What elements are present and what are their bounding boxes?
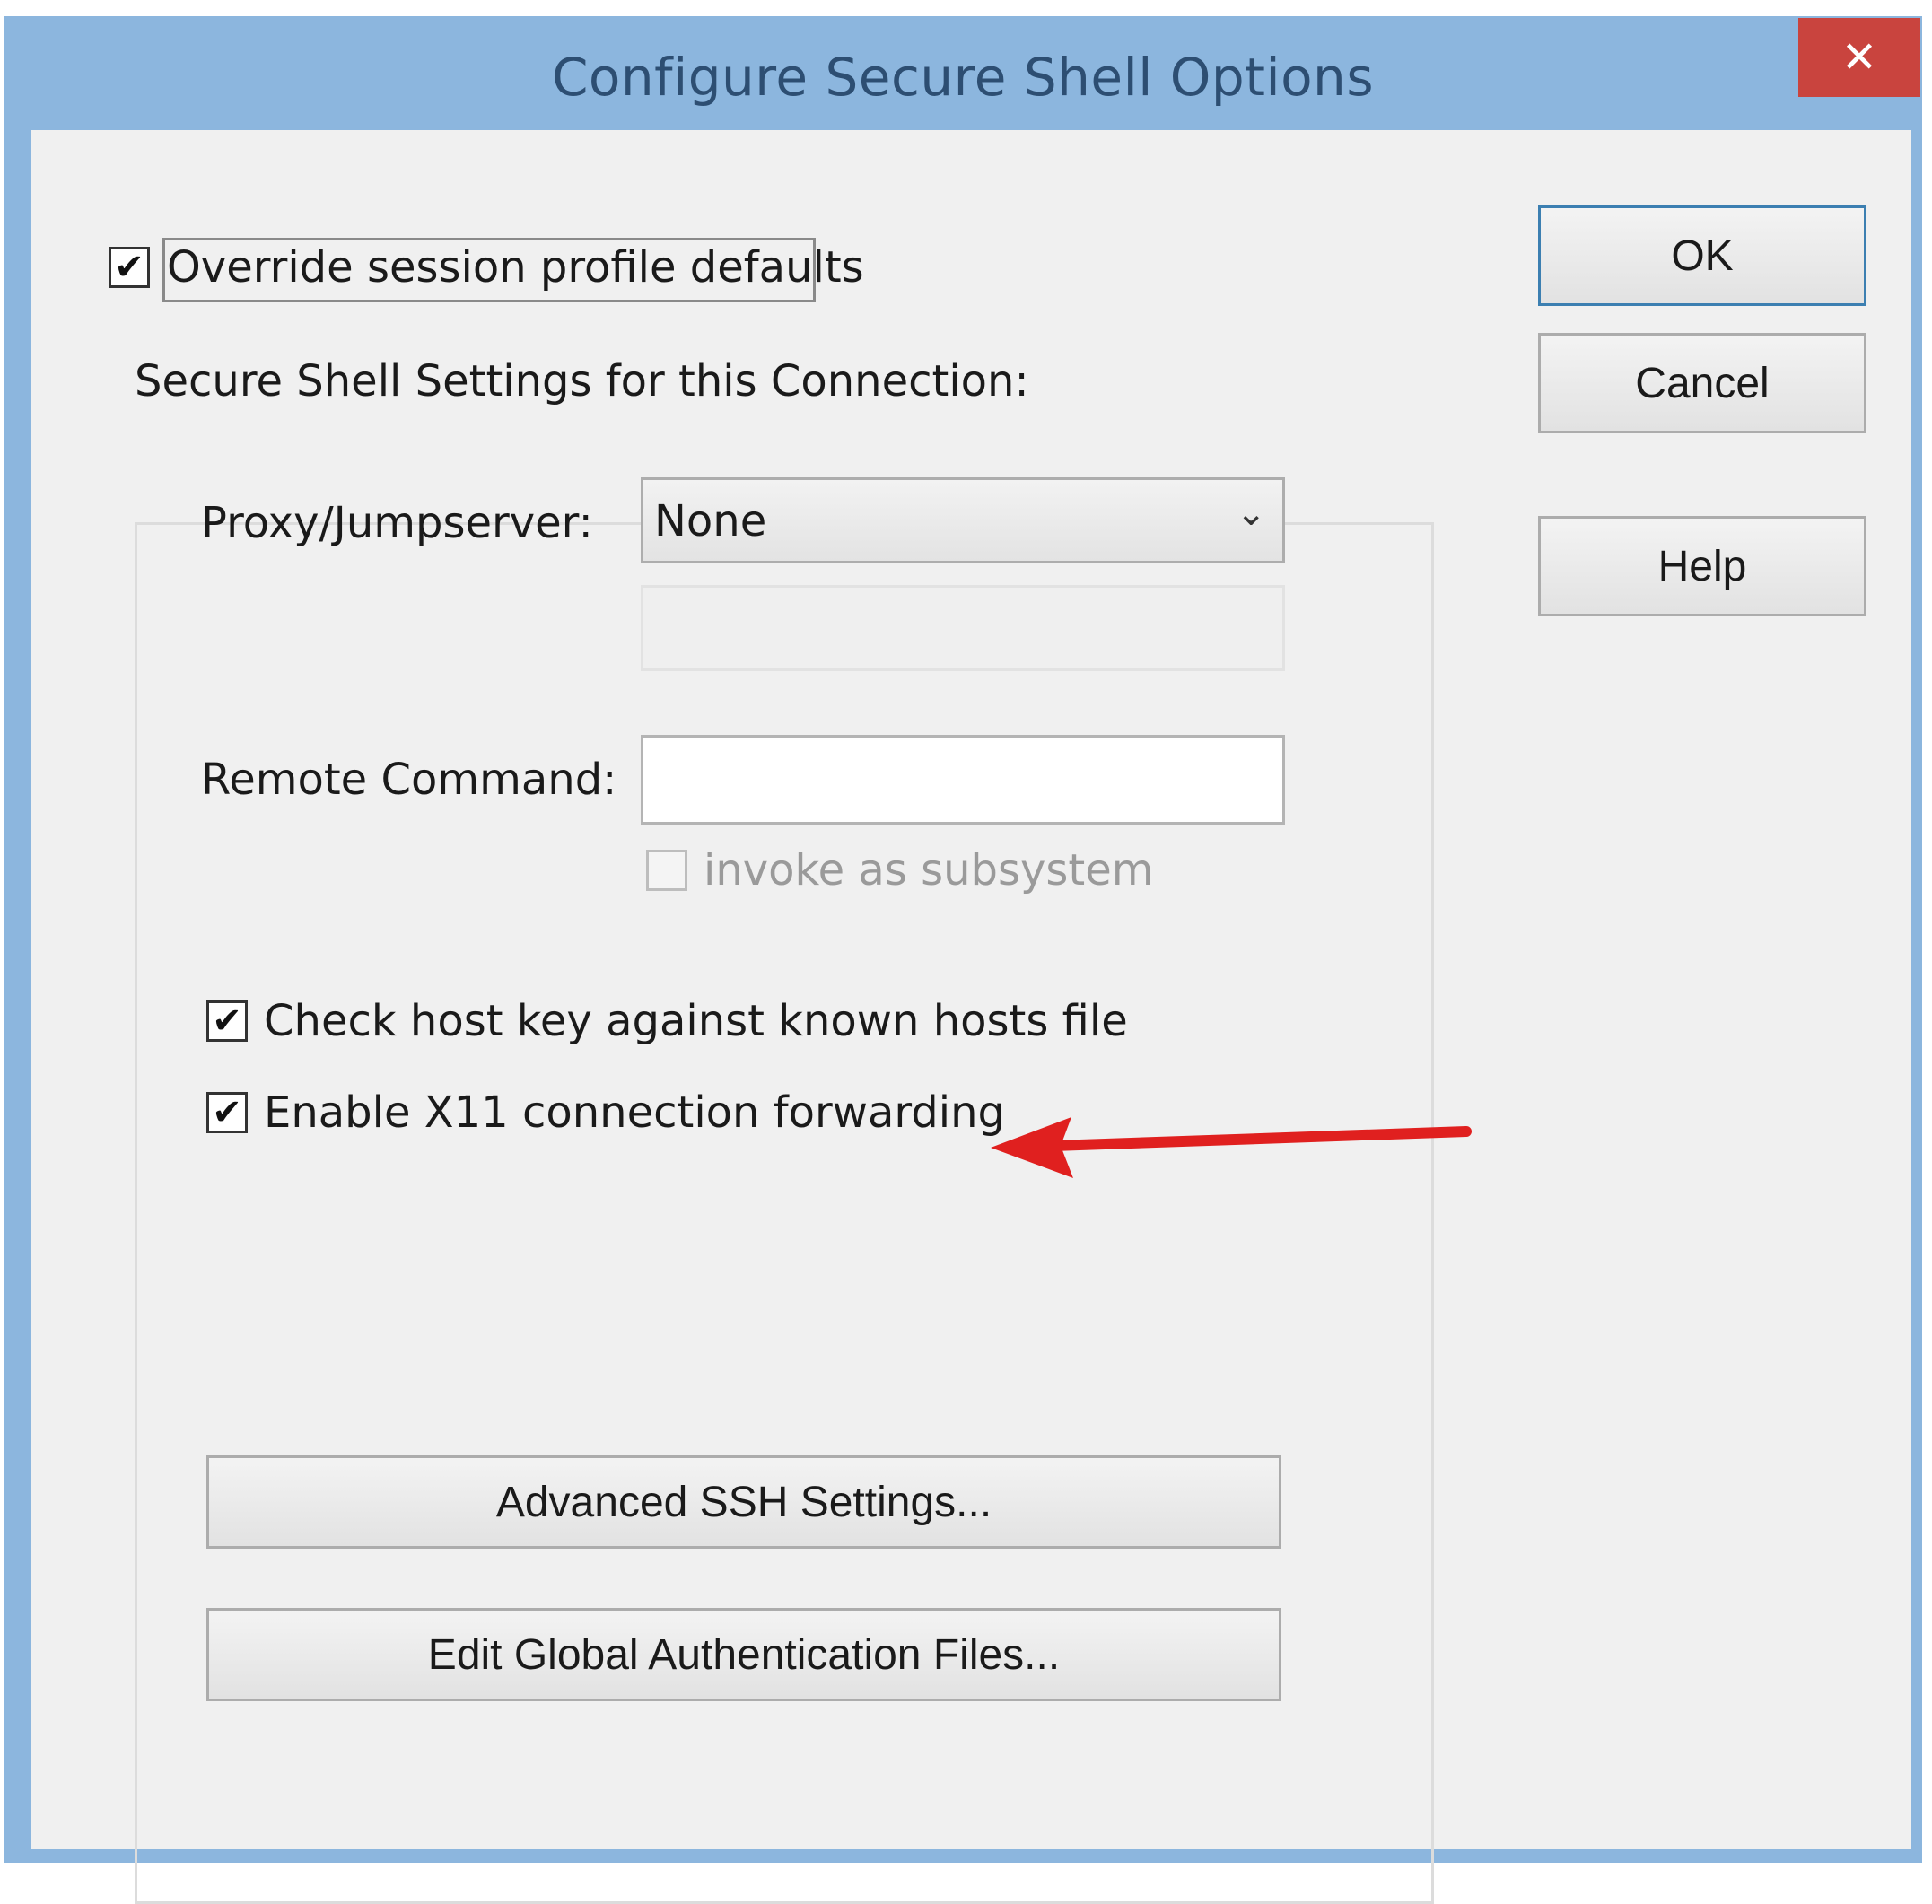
dialog-window: Configure Secure Shell Options ✕ ✔ Overr… xyxy=(4,16,1922,1904)
invoke-subsystem-checkbox[interactable] xyxy=(646,850,687,891)
check-host-key-label[interactable]: Check host key against known hosts file xyxy=(264,996,1128,1046)
proxy-label: Proxy/Jumpserver: xyxy=(201,498,593,548)
x11-forwarding-label[interactable]: Enable X11 connection forwarding xyxy=(264,1087,1005,1138)
chevron-down-icon: ⌄ xyxy=(1236,493,1266,534)
advanced-ssh-settings-button[interactable]: Advanced SSH Settings... xyxy=(206,1455,1281,1549)
invoke-subsystem-label: invoke as subsystem xyxy=(704,845,1154,895)
remote-command-label: Remote Command: xyxy=(201,755,617,805)
proxy-dropdown[interactable]: None ⌄ xyxy=(641,477,1285,563)
override-defaults-label[interactable]: Override session profile defaults xyxy=(167,242,864,293)
close-button[interactable]: ✕ xyxy=(1798,18,1920,97)
title-bar[interactable]: Configure Secure Shell Options ✕ xyxy=(4,16,1922,130)
help-button[interactable]: Help xyxy=(1538,516,1866,616)
cancel-button[interactable]: Cancel xyxy=(1538,333,1866,433)
proxy-selected-value: None xyxy=(654,496,767,546)
close-icon: ✕ xyxy=(1840,32,1878,83)
x11-forwarding-checkbox[interactable]: ✔ xyxy=(206,1092,248,1133)
ok-button[interactable]: OK xyxy=(1538,205,1866,306)
annotation-arrow-icon xyxy=(991,1117,1472,1178)
ssh-settings-caption: Secure Shell Settings for this Connectio… xyxy=(129,356,1035,406)
window-title: Configure Secure Shell Options xyxy=(551,47,1375,108)
checkmark-icon: ✔ xyxy=(212,1092,242,1133)
dialog-body: ✔ Override session profile defaults Secu… xyxy=(31,130,1911,1904)
checkmark-icon: ✔ xyxy=(114,247,144,288)
override-defaults-checkbox[interactable]: ✔ xyxy=(109,247,150,288)
checkmark-icon: ✔ xyxy=(212,1000,242,1042)
proxy-details-field xyxy=(641,585,1285,671)
check-host-key-checkbox[interactable]: ✔ xyxy=(206,1000,248,1042)
remote-command-input[interactable] xyxy=(641,735,1285,825)
edit-global-auth-files-button[interactable]: Edit Global Authentication Files... xyxy=(206,1608,1281,1701)
